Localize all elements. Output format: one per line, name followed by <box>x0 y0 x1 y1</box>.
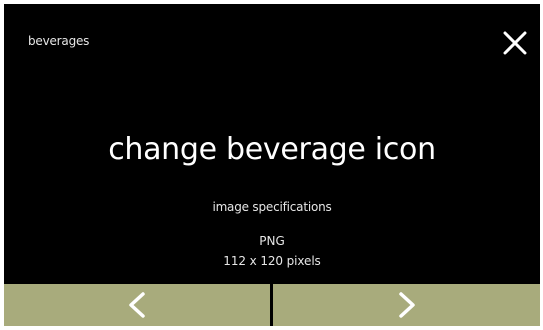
footer-nav <box>4 284 540 326</box>
chevron-right-icon <box>398 292 415 318</box>
close-button[interactable] <box>500 28 530 58</box>
chevron-left-icon <box>129 292 145 318</box>
close-icon <box>503 31 527 55</box>
spec-format: PNG <box>259 234 285 248</box>
device-frame: beverages change beverage icon image spe… <box>0 0 543 330</box>
breadcrumb: beverages <box>28 34 90 48</box>
previous-button[interactable] <box>4 284 270 326</box>
screen: beverages change beverage icon image spe… <box>4 4 540 326</box>
spec-size: 112 x 120 pixels <box>223 254 321 268</box>
page-title: change beverage icon <box>108 132 436 167</box>
spec-label: image specifications <box>212 200 332 214</box>
next-button[interactable] <box>273 284 540 326</box>
